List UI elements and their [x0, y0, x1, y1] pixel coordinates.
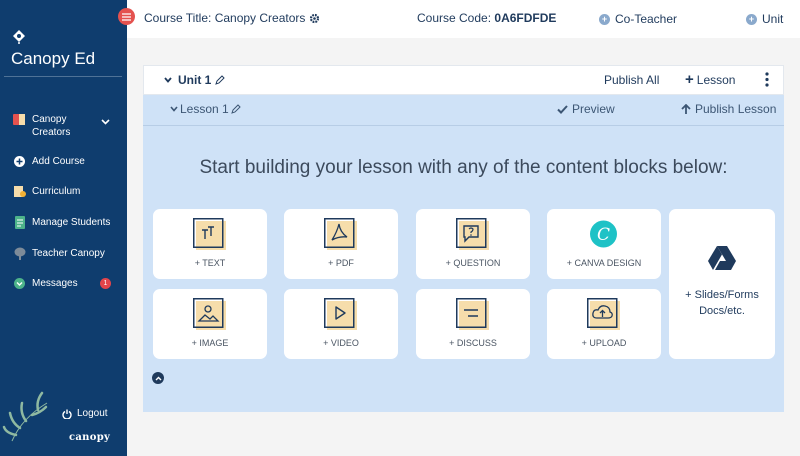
sidebar: Canopy Ed Canopy Creators Add Course Cur… — [0, 0, 127, 456]
course-title: Course Title: Canopy Creators — [144, 11, 320, 25]
plus-circle-icon: + — [746, 13, 757, 25]
pencil-icon[interactable] — [230, 104, 241, 114]
collapse-lesson-button[interactable] — [152, 372, 164, 384]
upload-icon — [587, 298, 620, 330]
preview-button[interactable]: Preview — [557, 102, 615, 116]
footer-brand: canopy — [69, 432, 111, 443]
video-icon — [324, 298, 357, 330]
unread-badge: 1 — [100, 278, 111, 289]
publish-all-button[interactable]: Publish All — [604, 73, 659, 87]
add-lesson-label: Lesson — [696, 73, 736, 87]
add-unit-button[interactable]: + Unit — [746, 12, 783, 26]
chevron-down-icon[interactable] — [170, 106, 178, 112]
video-block-button[interactable]: + VIDEO — [284, 289, 398, 359]
preview-label: Preview — [572, 102, 615, 116]
sidebar-item-label: Teacher Canopy — [32, 248, 105, 259]
chevron-down-icon[interactable] — [101, 119, 110, 125]
google-drive-block-button[interactable]: + Slides/Forms Docs/etc. — [669, 209, 775, 359]
students-icon — [13, 216, 26, 229]
course-code-value: 0A6FDFDE — [494, 11, 557, 25]
plus-circle-icon — [13, 155, 26, 168]
sidebar-item-label: Curriculum — [32, 186, 81, 197]
pdf-icon — [324, 218, 357, 250]
tree-icon — [13, 247, 26, 260]
sidebar-item-course[interactable]: Canopy Creators — [13, 113, 110, 139]
block-label: + UPLOAD — [581, 338, 627, 348]
sidebar-item-manage-students[interactable]: Manage Students — [13, 216, 110, 229]
block-label: + DISCUSS — [449, 338, 497, 348]
menu-toggle-button[interactable] — [118, 8, 135, 25]
sidebar-item-label: Add Course — [32, 156, 85, 167]
block-label: + IMAGE — [191, 338, 229, 348]
discuss-block-button[interactable]: + DISCUSS — [416, 289, 530, 359]
curriculum-icon — [13, 185, 26, 198]
canopy-logo-icon — [13, 30, 25, 44]
image-block-button[interactable]: + IMAGE — [153, 289, 267, 359]
pdf-block-button[interactable]: + PDF — [284, 209, 398, 279]
unit-title[interactable]: Unit 1 — [164, 73, 226, 87]
messages-icon — [13, 277, 26, 290]
sidebar-item-label: Manage Students — [32, 217, 111, 228]
add-co-teacher-button[interactable]: + Co-Teacher — [599, 12, 677, 26]
lesson-title[interactable]: Lesson 1 — [170, 102, 241, 116]
arrow-up-icon — [681, 103, 691, 114]
course-code: Course Code: 0A6FDFDE — [417, 11, 556, 25]
plus-circle-icon: + — [599, 13, 610, 25]
question-block-button[interactable]: + QUESTION — [416, 209, 530, 279]
lesson-heading: Start building your lesson with any of t… — [199, 157, 728, 178]
sidebar-item-add-course[interactable]: Add Course — [13, 155, 85, 168]
logout-button[interactable]: Logout — [62, 408, 108, 419]
course-code-label: Course Code: — [417, 11, 492, 25]
google-drive-icon — [708, 246, 736, 270]
block-label: + VIDEO — [323, 338, 359, 348]
chevron-down-icon[interactable] — [164, 77, 172, 83]
add-lesson-button[interactable]: + Lesson — [685, 71, 736, 88]
unit-label: Unit — [762, 12, 784, 26]
lesson-title-text: Lesson 1 — [180, 102, 229, 116]
pencil-icon[interactable] — [215, 75, 226, 85]
sidebar-item-curriculum[interactable]: Curriculum — [13, 185, 80, 198]
logout-label: Logout — [77, 408, 108, 419]
plant-decoration-icon — [2, 391, 48, 442]
plus-icon: + — [685, 71, 694, 88]
publish-lesson-button[interactable]: Publish Lesson — [681, 102, 776, 116]
sidebar-item-label: Canopy Creators — [32, 114, 71, 138]
canva-design-block-button[interactable]: C + CANVA DESIGN — [547, 209, 661, 279]
image-icon — [193, 298, 226, 330]
more-options-icon[interactable] — [764, 72, 770, 87]
divider — [4, 76, 122, 77]
text-icon — [193, 218, 226, 250]
block-label: + PDF — [328, 258, 354, 268]
sidebar-item-teacher-canopy[interactable]: Teacher Canopy — [13, 247, 105, 260]
co-teacher-label: Co-Teacher — [615, 12, 678, 26]
sidebar-item-label: Messages — [32, 278, 78, 289]
check-icon — [557, 104, 568, 114]
block-label: + CANVA DESIGN — [566, 258, 642, 268]
chevron-up-icon — [155, 376, 161, 380]
google-drive-label-line1: + Slides/Forms — [685, 289, 759, 301]
svg-text:C: C — [597, 225, 610, 245]
question-icon — [456, 218, 489, 250]
sidebar-item-messages[interactable]: Messages — [13, 277, 78, 290]
brand-name: Canopy Ed — [11, 49, 96, 68]
upload-block-button[interactable]: + UPLOAD — [547, 289, 661, 359]
google-drive-label-line2: Docs/etc. — [699, 305, 745, 317]
course-book-icon — [13, 113, 26, 126]
gear-icon[interactable] — [309, 13, 320, 24]
google-drive-label: + Slides/Forms Docs/etc. — [669, 287, 775, 319]
publish-lesson-label: Publish Lesson — [695, 102, 777, 116]
canva-icon: C — [590, 220, 617, 248]
block-label: + QUESTION — [445, 258, 501, 268]
hamburger-icon — [122, 12, 131, 21]
power-icon — [62, 409, 72, 419]
unit-title-text: Unit 1 — [178, 73, 212, 87]
course-title-text: Course Title: Canopy Creators — [144, 11, 306, 25]
discuss-icon — [456, 298, 489, 330]
block-label: + TEXT — [194, 258, 226, 268]
text-block-button[interactable]: + TEXT — [153, 209, 267, 279]
